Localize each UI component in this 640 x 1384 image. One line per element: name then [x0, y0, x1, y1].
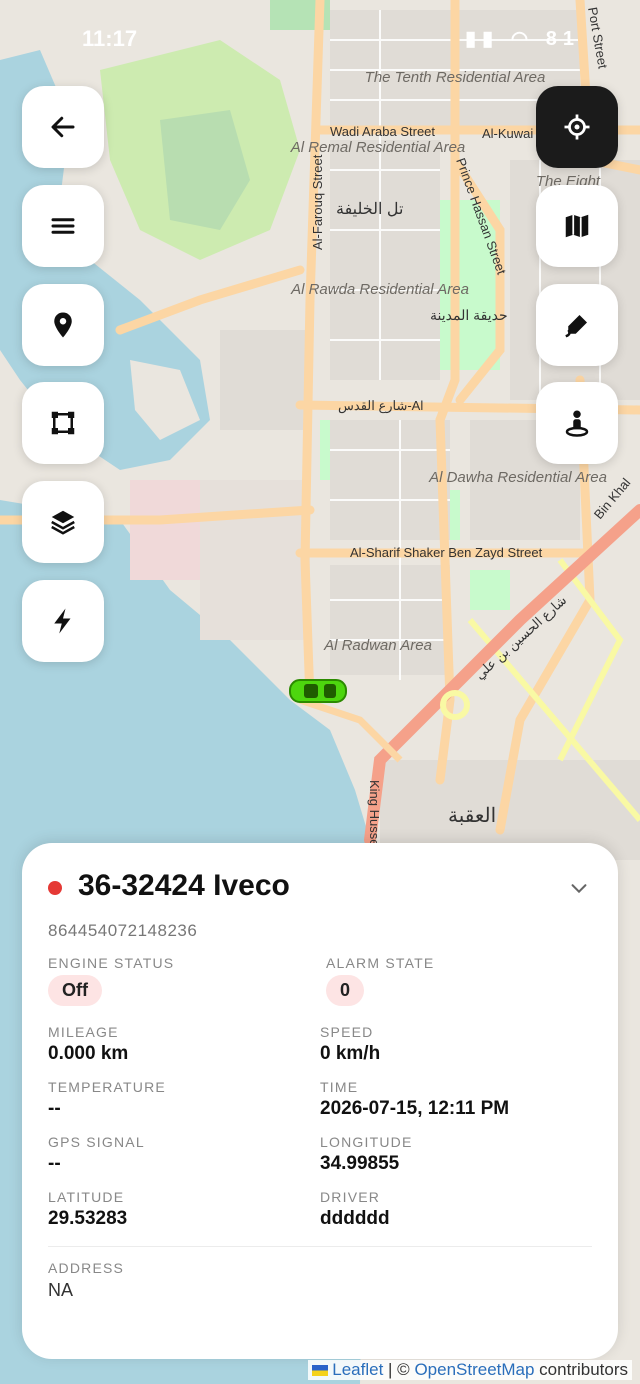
map-label-al-radwan: Al Radwan Area	[323, 637, 432, 654]
status-icons: ▮▮ ◠ 81	[465, 26, 580, 51]
alarm-state-label: ALARM STATE	[326, 955, 435, 971]
divider	[48, 1246, 592, 1247]
address-value: NA	[48, 1280, 74, 1300]
chevron-down-icon[interactable]	[568, 877, 590, 899]
status-dot	[48, 881, 62, 895]
crosshair-icon	[564, 114, 590, 140]
speed-label: SPEED	[320, 1024, 374, 1040]
status-bar: 11:17 ▮▮ ◠ 81	[0, 22, 640, 58]
mileage-label: MILEAGE	[48, 1024, 119, 1040]
battery-icon: 81	[545, 28, 580, 50]
map-pin-icon	[54, 312, 72, 338]
person-pin-icon	[565, 410, 589, 437]
time-label: TIME	[320, 1079, 359, 1095]
events-button[interactable]	[22, 580, 104, 662]
driver-label: DRIVER	[320, 1189, 381, 1205]
map-label-wadi-araba: Wadi Araba Street	[330, 124, 435, 139]
vehicle-title: 36-32424 Iveco	[78, 869, 290, 902]
attribution-contributors: contributors	[534, 1360, 628, 1379]
menu-button[interactable]	[22, 185, 104, 267]
map-label-tenth: The Tenth Residential Area	[365, 69, 546, 86]
osm-link[interactable]: OpenStreetMap	[414, 1360, 534, 1379]
arrow-left-icon	[51, 116, 75, 138]
map-label-king-hussein: King Husse	[367, 780, 382, 846]
geofence-button[interactable]	[22, 382, 104, 464]
draw-button[interactable]	[536, 284, 618, 366]
longitude-label: LONGITUDE	[320, 1134, 413, 1150]
leaflet-link[interactable]: Leaflet	[332, 1360, 383, 1379]
hamburger-icon	[51, 218, 75, 234]
vehicle-details-sheet: 36-32424 Iveco 864454072148236 ENGINE ST…	[22, 843, 618, 1359]
speed-value: 0 km/h	[320, 1043, 381, 1064]
map-icon	[565, 214, 589, 238]
latitude-label: LATITUDE	[48, 1189, 125, 1205]
attribution-separator: | ©	[383, 1360, 415, 1379]
time-value: 2026-07-15, 12:11 PM	[320, 1098, 510, 1119]
map-label-sharif-shaker: Al-Sharif Shaker Ben Zayd Street	[350, 545, 543, 560]
temperature-label: TEMPERATURE	[48, 1079, 166, 1095]
layers-button[interactable]	[22, 481, 104, 563]
map-label-tal-khalifa: تل الخليفة	[336, 201, 403, 218]
ukraine-flag-icon	[312, 1365, 329, 1377]
engine-status-badge: Off	[48, 975, 102, 1006]
layers-icon	[51, 510, 75, 535]
vehicle-imei: 864454072148236	[48, 921, 198, 940]
engine-status-label: ENGINE STATUS	[48, 955, 175, 971]
address-label: ADDRESS	[48, 1260, 125, 1276]
map-label-al-dawha: Al Dawha Residential Area	[428, 469, 607, 486]
locate-button[interactable]	[536, 86, 618, 168]
lightning-icon	[54, 608, 71, 634]
map-attribution: Leaflet | © OpenStreetMap contributors	[308, 1360, 632, 1380]
mileage-value: 0.000 km	[48, 1043, 129, 1064]
wifi-icon: ◠	[510, 28, 535, 50]
status-time: 11:17	[82, 26, 138, 51]
temperature-value: --	[48, 1098, 61, 1119]
map-label-al-kuwait: Al-Kuwai	[482, 126, 533, 141]
gps-signal-value: --	[48, 1153, 61, 1174]
map-label-hadiqa: حديقة المدينة	[430, 307, 508, 323]
driver-value: dddddd	[320, 1208, 390, 1229]
map-label-al-rawda: Al Rawda Residential Area	[290, 281, 469, 298]
signal-icon: ▮▮	[465, 28, 500, 50]
map-type-button[interactable]	[536, 185, 618, 267]
map-label-al-farouq: Al-Farouq Street	[310, 154, 325, 250]
location-pin-button[interactable]	[22, 284, 104, 366]
street-view-button[interactable]	[536, 382, 618, 464]
longitude-value: 34.99855	[320, 1153, 400, 1174]
latitude-value: 29.53283	[48, 1208, 128, 1229]
pen-icon	[565, 315, 587, 338]
alarm-state-badge: 0	[326, 975, 365, 1006]
vehicle-marker	[289, 679, 347, 703]
back-button[interactable]	[22, 86, 104, 168]
gps-signal-label: GPS SIGNAL	[48, 1134, 145, 1150]
map-label-al-quds: شارع القدس-Al	[338, 398, 423, 414]
polygon-icon	[51, 411, 75, 435]
map-label-al-remal: Al Remal Residential Area	[290, 139, 466, 156]
map-label-aqaba: العقبة	[448, 805, 496, 827]
